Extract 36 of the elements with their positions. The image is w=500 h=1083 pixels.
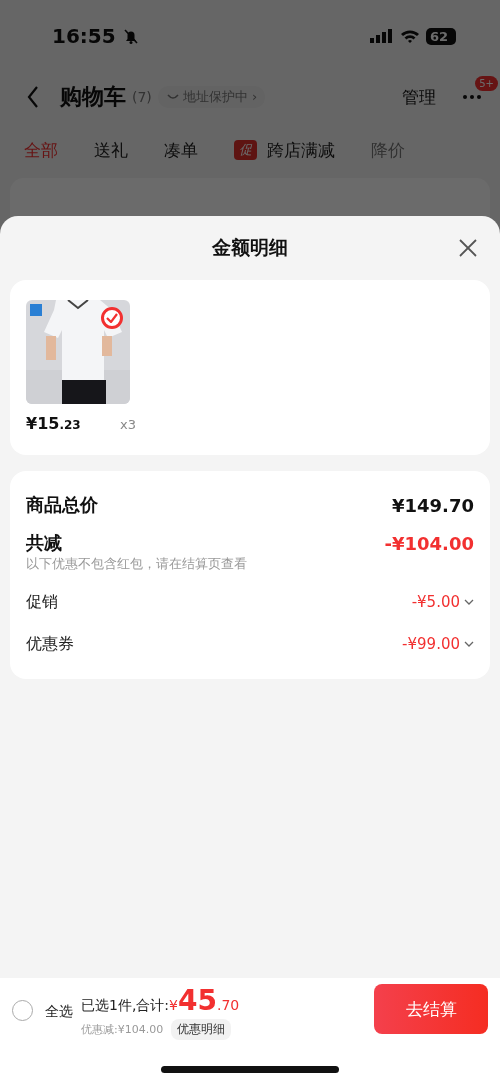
filter-tab[interactable]: 送礼: [94, 138, 128, 162]
close-icon: [458, 238, 478, 258]
filter-tab[interactable]: 凑单: [164, 138, 198, 162]
breakdown-note: 以下优惠不包含红包，请在结算页查看: [26, 555, 248, 573]
breakdown-label: 共减: [26, 531, 63, 555]
more-icon: [462, 94, 482, 100]
close-button[interactable]: [458, 238, 478, 258]
wifi-icon: [399, 28, 420, 44]
checkout-button[interactable]: 去结算: [374, 984, 488, 1034]
item-price: ¥15.23: [26, 414, 81, 433]
breakdown-label: 商品总价: [26, 493, 99, 517]
filter-tab[interactable]: 全部: [24, 138, 58, 162]
status-time: 16:55: [52, 24, 116, 48]
back-icon: [26, 85, 40, 109]
check-icon: [106, 313, 118, 323]
discount-amount[interactable]: -¥5.00: [411, 593, 460, 611]
notification-badge: 5+: [475, 76, 498, 91]
signal-icon: [369, 28, 394, 44]
smile-icon: [165, 92, 180, 102]
breakdown-amount: ¥149.70: [392, 494, 474, 516]
filter-tab[interactable]: 跨店满减: [267, 138, 335, 162]
discount-amount[interactable]: -¥99.00: [402, 635, 460, 653]
breakdown-label: 优惠券: [26, 633, 75, 655]
selection-summary: 已选1件,合计:: [81, 997, 170, 1015]
discount-total: 优惠减:¥104.00: [81, 1022, 164, 1037]
battery-icon: 62: [425, 27, 456, 45]
manage-link[interactable]: 管理: [402, 85, 436, 109]
page-title: 购物车: [60, 83, 126, 111]
item-quantity: x3: [120, 417, 136, 432]
promo-tag: 促: [234, 140, 257, 160]
select-all-label[interactable]: 全选: [45, 1003, 73, 1021]
discount-details-button[interactable]: 优惠明细: [171, 1019, 232, 1040]
breakdown-amount: -¥104.00: [384, 532, 474, 554]
breakdown-label: 促销: [26, 591, 59, 613]
sheet-title: 金额明细: [212, 235, 288, 260]
total-price: ¥45.70: [169, 984, 240, 1017]
